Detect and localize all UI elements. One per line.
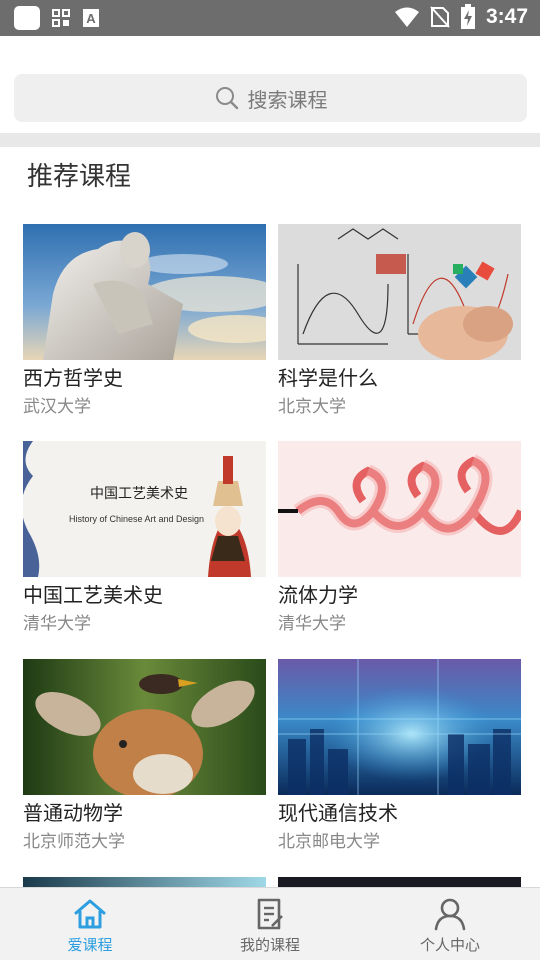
search-placeholder: 搜索课程 [247,87,328,112]
course-name: 中国工艺美术史 [23,583,163,607]
course-university: 北京大学 [278,397,346,417]
course-thumbnail-partial[interactable] [278,877,521,887]
tab-my-courses[interactable]: 我的课程 [180,888,360,960]
course-name: 现代通信技术 [278,801,398,825]
course-card[interactable]: 中国工艺美术史 History of Chinese Art and Desig… [23,441,266,634]
grid-notification-icon [52,9,70,27]
course-university: 北京师范大学 [23,832,125,852]
course-card[interactable]: 西方哲学史 武汉大学 [23,224,266,417]
screen: A 3:47 搜索课程 推荐课程 西方哲学史 武汉大学 科学是什么 北京大学 中… [0,0,540,960]
status-bar: A 3:47 [0,0,540,36]
course-university: 清华大学 [23,614,91,634]
course-card[interactable]: 科学是什么 北京大学 [278,224,521,417]
course-card[interactable]: 普通动物学 北京师范大学 [23,659,266,852]
tab-home[interactable]: 爱课程 [0,888,180,960]
course-thumbnail-partial[interactable] [23,877,266,887]
status-time: 3:47 [485,5,528,28]
search-input[interactable]: 搜索课程 [14,74,527,122]
course-thumbnail-subtitle: History of Chinese Art and Design [69,514,205,524]
bottom-tab-bar: 爱课程 我的课程 个人中心 [0,887,540,960]
course-card[interactable]: 现代通信技术 北京邮电大学 [278,659,521,852]
home-icon [74,899,106,929]
course-name: 西方哲学史 [23,366,123,390]
course-thumbnail[interactable] [278,659,521,795]
search-icon [215,87,238,110]
course-university: 武汉大学 [23,397,91,417]
app-notification-icon [14,6,40,30]
course-university: 北京邮电大学 [278,832,380,852]
no-sim-icon [430,6,450,28]
document-icon [257,898,283,930]
course-university: 清华大学 [278,614,346,634]
tab-label: 我的课程 [239,936,300,954]
course-thumbnail-title: 中国工艺美术史 [90,486,188,502]
course-thumbnail[interactable] [278,224,521,360]
keyboard-notification-icon: A [83,9,99,27]
course-name: 科学是什么 [278,366,378,390]
course-thumbnail[interactable]: 中国工艺美术史 History of Chinese Art and Desig… [23,441,266,577]
course-card[interactable]: 流体力学 清华大学 [278,441,521,634]
section-title: 推荐课程 [27,162,132,192]
battery-charging-icon [460,4,475,29]
svg-text:A: A [86,11,96,26]
section-divider [0,133,540,147]
tab-label: 个人中心 [419,936,480,954]
tab-label: 爱课程 [67,936,113,954]
person-icon [434,898,466,931]
course-thumbnail[interactable] [23,659,266,795]
course-thumbnail[interactable] [278,441,521,577]
tab-profile[interactable]: 个人中心 [360,888,540,960]
wifi-icon [394,7,419,27]
course-thumbnail[interactable] [23,224,266,360]
course-name: 流体力学 [278,583,358,607]
course-name: 普通动物学 [23,801,123,825]
